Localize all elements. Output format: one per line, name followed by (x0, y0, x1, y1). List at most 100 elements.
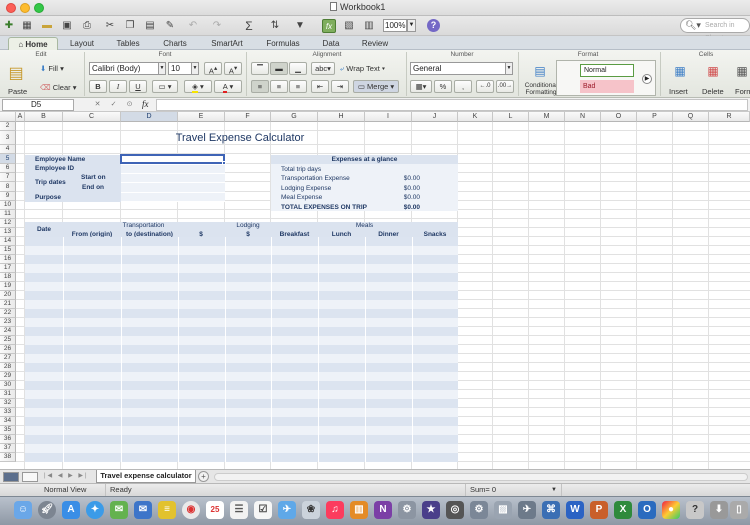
tab-formulas[interactable]: Formulas (258, 37, 308, 50)
row-header-18[interactable]: 18 (0, 273, 16, 282)
font-size-field[interactable]: 10 (168, 62, 192, 75)
sheet-tab-travel-expense-calculator[interactable]: Travel expense calculator (96, 470, 196, 483)
number-format-dropdown-icon[interactable]: ▼ (505, 62, 513, 75)
table-row[interactable] (25, 246, 458, 255)
close-window-button[interactable] (6, 3, 16, 13)
chrome-icon[interactable]: ◉ (182, 501, 200, 519)
photos-icon[interactable]: ❀ (302, 501, 320, 519)
undo-icon[interactable]: ↶ (186, 19, 200, 33)
increase-indent-button[interactable]: ⇥ (331, 80, 349, 93)
font-color-button[interactable]: A ▾ (214, 80, 242, 93)
table-row[interactable] (25, 291, 458, 300)
column-header-b[interactable]: B (25, 112, 63, 122)
help-icon[interactable]: ? (427, 19, 440, 32)
sum-status[interactable]: Sum= 0 ▼ (466, 484, 562, 496)
table-row[interactable] (25, 381, 458, 390)
row-header-36[interactable]: 36 (0, 435, 16, 444)
search-input[interactable]: 🔍︎▾ Search in Sheet (680, 18, 750, 42)
insert-function-icon[interactable]: ⊙ (124, 99, 135, 110)
row-header-29[interactable]: 29 (0, 372, 16, 381)
table-row[interactable] (25, 327, 458, 336)
row-header-7[interactable]: 7 (0, 173, 16, 182)
row-header-32[interactable]: 32 (0, 399, 16, 408)
align-bottom-button[interactable]: ▁ (289, 62, 307, 75)
preview-icon[interactable]: ▨ (494, 501, 512, 519)
row-header-25[interactable]: 25 (0, 336, 16, 345)
tab-tables[interactable]: Tables (108, 37, 148, 50)
tab-home[interactable]: ⌂ Home (8, 37, 58, 50)
add-sheet-button[interactable]: + (198, 471, 209, 482)
copy-icon[interactable]: ❐ (123, 19, 137, 33)
column-header-a[interactable]: A (16, 112, 25, 122)
format-button[interactable]: Form (735, 87, 750, 96)
safari-icon[interactable]: ✦ (86, 501, 104, 519)
notes-icon[interactable]: ≡ (158, 501, 176, 519)
fill-handle[interactable] (222, 161, 226, 165)
media-icon[interactable]: ▥ (362, 19, 376, 33)
paste-icon[interactable]: ▤ (143, 19, 157, 33)
column-header-f[interactable]: F (225, 112, 271, 122)
onenote-icon[interactable]: N (374, 501, 392, 519)
table-row[interactable] (25, 444, 458, 453)
row-header-11[interactable]: 11 (0, 210, 16, 219)
reminders-icon[interactable]: ☑ (254, 501, 272, 519)
fill-color-button[interactable]: ◈ ▾ (184, 80, 212, 93)
contacts-icon[interactable]: ☰ (230, 501, 248, 519)
percent-format-button[interactable]: % (434, 80, 452, 93)
row-header-26[interactable]: 26 (0, 345, 16, 354)
align-top-button[interactable]: ▔ (251, 62, 269, 75)
clear-button[interactable]: ⌫ Clear ▾ (40, 83, 77, 92)
row-header-37[interactable]: 37 (0, 444, 16, 453)
system-preferences-icon[interactable]: ⚙ (470, 501, 488, 519)
tab-layout[interactable]: Layout (62, 37, 102, 50)
table-row[interactable] (25, 390, 458, 399)
zoom-window-button[interactable] (34, 3, 44, 13)
underline-button[interactable]: U (129, 80, 147, 93)
row-header-15[interactable]: 15 (0, 246, 16, 255)
decrease-indent-button[interactable]: ⇤ (311, 80, 329, 93)
column-header-i[interactable]: I (365, 112, 412, 122)
automator-icon[interactable]: ✈ (518, 501, 536, 519)
row-header-22[interactable]: 22 (0, 309, 16, 318)
conditional-formatting-icon[interactable]: ▤ (530, 64, 550, 80)
word-icon[interactable]: W (566, 501, 584, 519)
page-layout-view-button[interactable] (22, 472, 38, 482)
table-row[interactable] (25, 453, 458, 462)
zoom-field[interactable]: 100% (383, 19, 407, 32)
bold-button[interactable]: B (89, 80, 107, 93)
sort-icon[interactable]: ⇅ (268, 19, 282, 33)
row-header-21[interactable]: 21 (0, 300, 16, 309)
horizontal-scrollbar[interactable] (214, 473, 748, 481)
column-header-k[interactable]: K (458, 112, 493, 122)
normal-view-button[interactable] (3, 472, 19, 482)
column-header-r[interactable]: R (709, 112, 750, 122)
row-header-6[interactable]: 6 (0, 164, 16, 173)
spreadsheet-grid[interactable]: ABCDEFGHIJKLMNOPQR 2 3 4 5 6 7 8 9 10 11 12 13 14 15 1… (0, 112, 750, 469)
glance-value[interactable]: $0.00 (380, 184, 420, 193)
table-row[interactable] (25, 354, 458, 363)
table-row[interactable] (25, 399, 458, 408)
row-header-23[interactable]: 23 (0, 318, 16, 327)
insert-button[interactable]: Insert (669, 87, 688, 96)
column-header-l[interactable]: L (493, 112, 529, 122)
paste-label[interactable]: Paste (8, 87, 27, 96)
column-header-h[interactable]: H (318, 112, 365, 122)
row-header-24[interactable]: 24 (0, 327, 16, 336)
merge-button[interactable]: ▭ Merge ▾ (353, 80, 399, 93)
new-workbook-icon[interactable]: ✚ (2, 19, 16, 33)
cut-icon[interactable]: ✂ (103, 19, 117, 33)
row-header-13[interactable]: 13 (0, 228, 16, 237)
mail-icon[interactable]: ✉ (134, 501, 152, 519)
paste-large-icon[interactable]: ▤ (6, 64, 26, 84)
select-all-corner[interactable] (0, 112, 16, 122)
selected-cell-d5[interactable] (120, 154, 225, 164)
currency-format-button[interactable]: ▦▾ (410, 80, 432, 93)
table-row[interactable] (25, 264, 458, 273)
filter-icon[interactable]: ▼ (293, 19, 307, 33)
row-header-5[interactable]: 5 (0, 154, 16, 164)
align-right-button[interactable]: ≡ (289, 80, 307, 93)
comma-format-button[interactable]: , (454, 80, 472, 93)
insert-cells-icon[interactable]: ▦ (670, 64, 690, 80)
decrease-decimal-button[interactable]: .00→ (496, 80, 514, 93)
templates-icon[interactable]: ▦ (20, 19, 34, 33)
